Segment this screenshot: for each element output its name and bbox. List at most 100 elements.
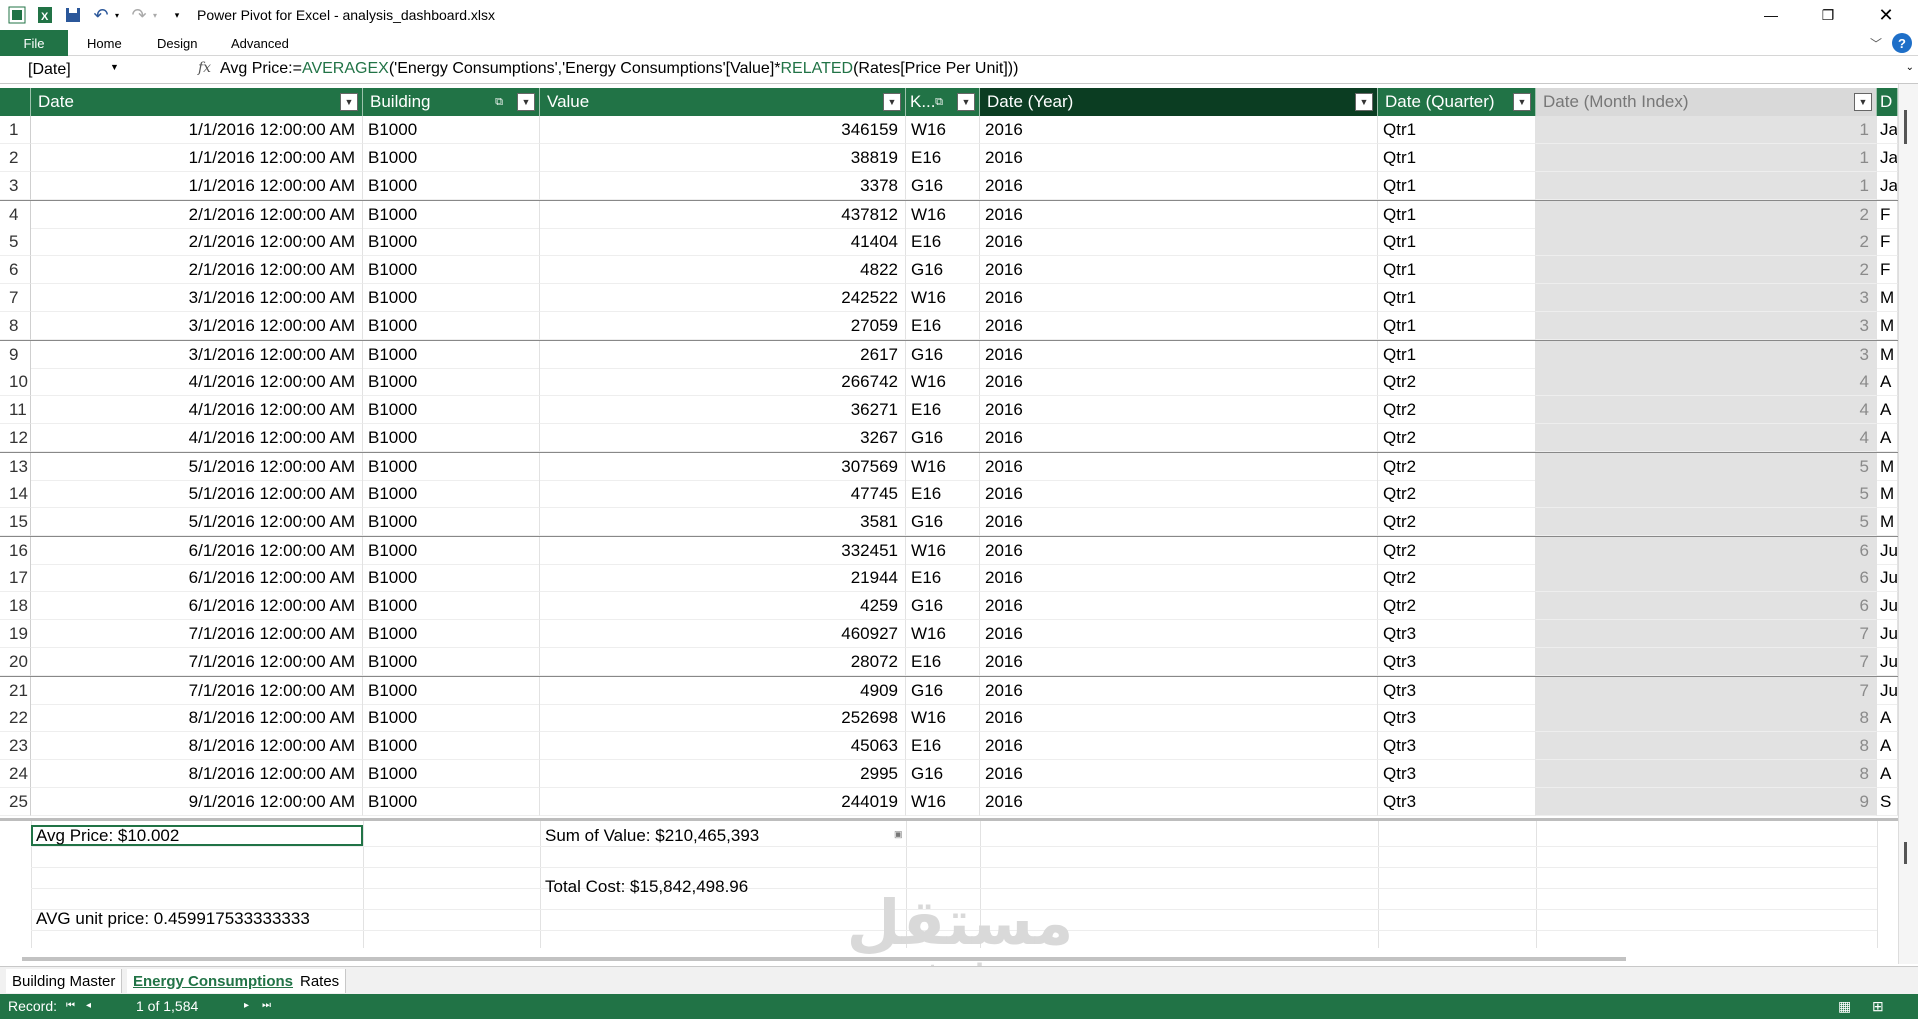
cell-building[interactable]: B1000 — [363, 592, 540, 620]
cell-month-index[interactable]: 6 — [1536, 564, 1877, 592]
table-row[interactable]: 14 5/1/2016 12:00:00 AM B1000 47745 E16 2016 Q… — [0, 480, 1898, 508]
cell-date[interactable]: 2/1/2016 12:00:00 AM — [31, 228, 363, 256]
cell-key[interactable]: E16 — [906, 312, 980, 340]
cell-month[interactable]: Ju — [1877, 592, 1898, 620]
vertical-scrollbar[interactable] — [1898, 84, 1918, 964]
avg-unit-price-measure[interactable]: AVG unit price: 0.459917533333333 — [36, 909, 310, 929]
sheet-tab-rates[interactable]: Rates — [294, 969, 347, 993]
row-number[interactable]: 16 — [0, 537, 31, 565]
cell-month[interactable]: Ju — [1877, 564, 1898, 592]
table-row[interactable]: 2 1/1/2016 12:00:00 AM B1000 38819 E16 2016 Qt… — [0, 144, 1898, 172]
cell-date-year[interactable]: 2016 — [980, 256, 1378, 284]
cell-key[interactable]: E16 — [906, 732, 980, 760]
cell-date[interactable]: 9/1/2016 12:00:00 AM — [31, 788, 363, 816]
cell-key[interactable]: G16 — [906, 508, 980, 536]
cell-date-quarter[interactable]: Qtr2 — [1378, 368, 1536, 396]
cell-value[interactable]: 4259 — [540, 592, 906, 620]
row-number[interactable]: 22 — [0, 704, 31, 732]
cell-value[interactable]: 460927 — [540, 620, 906, 648]
formula-input[interactable]: Avg Price:=AVERAGEX('Energy Consumptions… — [220, 60, 1018, 78]
cell-date-year[interactable]: 2016 — [980, 453, 1378, 481]
cell-month[interactable]: A — [1877, 760, 1898, 788]
filter-dropdown-icon[interactable]: ▼ — [340, 93, 358, 111]
cell-building[interactable]: B1000 — [363, 788, 540, 816]
name-box-dropdown-icon[interactable]: ▼ — [110, 62, 119, 72]
row-number[interactable]: 3 — [0, 172, 31, 200]
cell-date-year[interactable]: 2016 — [980, 648, 1378, 676]
cell-date-year[interactable]: 2016 — [980, 172, 1378, 200]
cell-date-quarter[interactable]: Qtr1 — [1378, 312, 1536, 340]
cell-key[interactable]: G16 — [906, 677, 980, 705]
avg-price-measure[interactable]: Avg Price: $10.002 — [36, 826, 179, 846]
cell-date[interactable]: 4/1/2016 12:00:00 AM — [31, 424, 363, 452]
filter-dropdown-icon[interactable]: ▼ — [957, 93, 975, 111]
cell-month-index[interactable]: 2 — [1536, 201, 1877, 229]
cell-value[interactable]: 3378 — [540, 172, 906, 200]
cell-building[interactable]: B1000 — [363, 312, 540, 340]
cell-key[interactable]: E16 — [906, 480, 980, 508]
total-cost-measure[interactable]: Total Cost: $15,842,498.96 — [545, 877, 748, 897]
cell-date-year[interactable]: 2016 — [980, 732, 1378, 760]
prev-record-icon[interactable]: ◂ — [86, 1000, 91, 1011]
column-header-date-quarter[interactable]: Date (Quarter) ▼ — [1378, 88, 1536, 116]
cell-building[interactable]: B1000 — [363, 564, 540, 592]
row-number[interactable]: 1 — [0, 116, 31, 144]
cell-value[interactable]: 266742 — [540, 368, 906, 396]
tab-file[interactable]: File — [0, 30, 68, 56]
cell-month[interactable]: A — [1877, 732, 1898, 760]
column-header-building[interactable]: Building ⧉ ▼ — [363, 88, 540, 116]
cell-month-index[interactable]: 1 — [1536, 172, 1877, 200]
cell-month-index[interactable]: 6 — [1536, 592, 1877, 620]
cell-month-index[interactable]: 5 — [1536, 508, 1877, 536]
cell-building[interactable]: B1000 — [363, 508, 540, 536]
vertical-scroll-thumb[interactable] — [1904, 110, 1907, 144]
cell-month-index[interactable]: 7 — [1536, 648, 1877, 676]
horizontal-scrollbar[interactable] — [22, 957, 1626, 961]
cell-date[interactable]: 8/1/2016 12:00:00 AM — [31, 704, 363, 732]
cell-date-year[interactable]: 2016 — [980, 368, 1378, 396]
cell-date-quarter[interactable]: Qtr1 — [1378, 284, 1536, 312]
table-row[interactable]: 19 7/1/2016 12:00:00 AM B1000 460927 W16 2016… — [0, 620, 1898, 648]
cell-date-year[interactable]: 2016 — [980, 537, 1378, 565]
cell-month-index[interactable]: 3 — [1536, 312, 1877, 340]
cell-date[interactable]: 5/1/2016 12:00:00 AM — [31, 453, 363, 481]
cell-month-index[interactable]: 2 — [1536, 256, 1877, 284]
row-number[interactable]: 6 — [0, 256, 31, 284]
column-header-date-year[interactable]: Date (Year) ▼ — [980, 88, 1378, 116]
tab-home[interactable]: Home — [87, 30, 122, 56]
cell-month[interactable]: Ju — [1877, 677, 1898, 705]
cell-date[interactable]: 3/1/2016 12:00:00 AM — [31, 341, 363, 369]
filter-dropdown-icon[interactable]: ▼ — [1854, 93, 1872, 111]
cell-building[interactable]: B1000 — [363, 424, 540, 452]
cell-building[interactable]: B1000 — [363, 453, 540, 481]
cell-date-year[interactable]: 2016 — [980, 341, 1378, 369]
restore-icon[interactable]: ❐ — [1805, 0, 1851, 30]
cell-date[interactable]: 4/1/2016 12:00:00 AM — [31, 368, 363, 396]
table-row[interactable]: 8 3/1/2016 12:00:00 AM B1000 27059 E16 2016 Qt… — [0, 312, 1898, 340]
cell-date-year[interactable]: 2016 — [980, 424, 1378, 452]
redo-icon[interactable]: ↷ — [128, 4, 150, 26]
grid-view-icon[interactable]: ▦ — [1838, 998, 1851, 1015]
cell-date[interactable]: 2/1/2016 12:00:00 AM — [31, 256, 363, 284]
cell-value[interactable]: 38819 — [540, 144, 906, 172]
redo-dropdown-icon[interactable]: ▾ — [150, 4, 160, 26]
sum-of-value-measure[interactable]: Sum of Value: $210,465,393 — [545, 826, 759, 846]
cell-value[interactable]: 346159 — [540, 116, 906, 144]
table-row[interactable]: 20 7/1/2016 12:00:00 AM B1000 28072 E16 2016 Q… — [0, 648, 1898, 676]
cell-date-quarter[interactable]: Qtr2 — [1378, 537, 1536, 565]
cell-date[interactable]: 5/1/2016 12:00:00 AM — [31, 508, 363, 536]
cell-value[interactable]: 244019 — [540, 788, 906, 816]
cell-building[interactable]: B1000 — [363, 116, 540, 144]
table-row[interactable]: 21 7/1/2016 12:00:00 AM B1000 4909 G16 2016 Qt… — [0, 676, 1898, 705]
cell-value[interactable]: 332451 — [540, 537, 906, 565]
excel-icon[interactable]: X — [34, 4, 56, 26]
cell-month-index[interactable]: 1 — [1536, 144, 1877, 172]
row-number[interactable]: 25 — [0, 788, 31, 816]
cell-month-index[interactable]: 3 — [1536, 284, 1877, 312]
customize-toolbar-icon[interactable]: ▾ — [166, 4, 188, 26]
calc-scroll-thumb[interactable] — [1904, 842, 1907, 864]
column-header-date[interactable]: Date ▼ — [31, 88, 363, 116]
cell-month[interactable]: M — [1877, 312, 1898, 340]
table-row[interactable]: 10 4/1/2016 12:00:00 AM B1000 266742 W16 2016… — [0, 368, 1898, 396]
cell-key[interactable]: W16 — [906, 704, 980, 732]
